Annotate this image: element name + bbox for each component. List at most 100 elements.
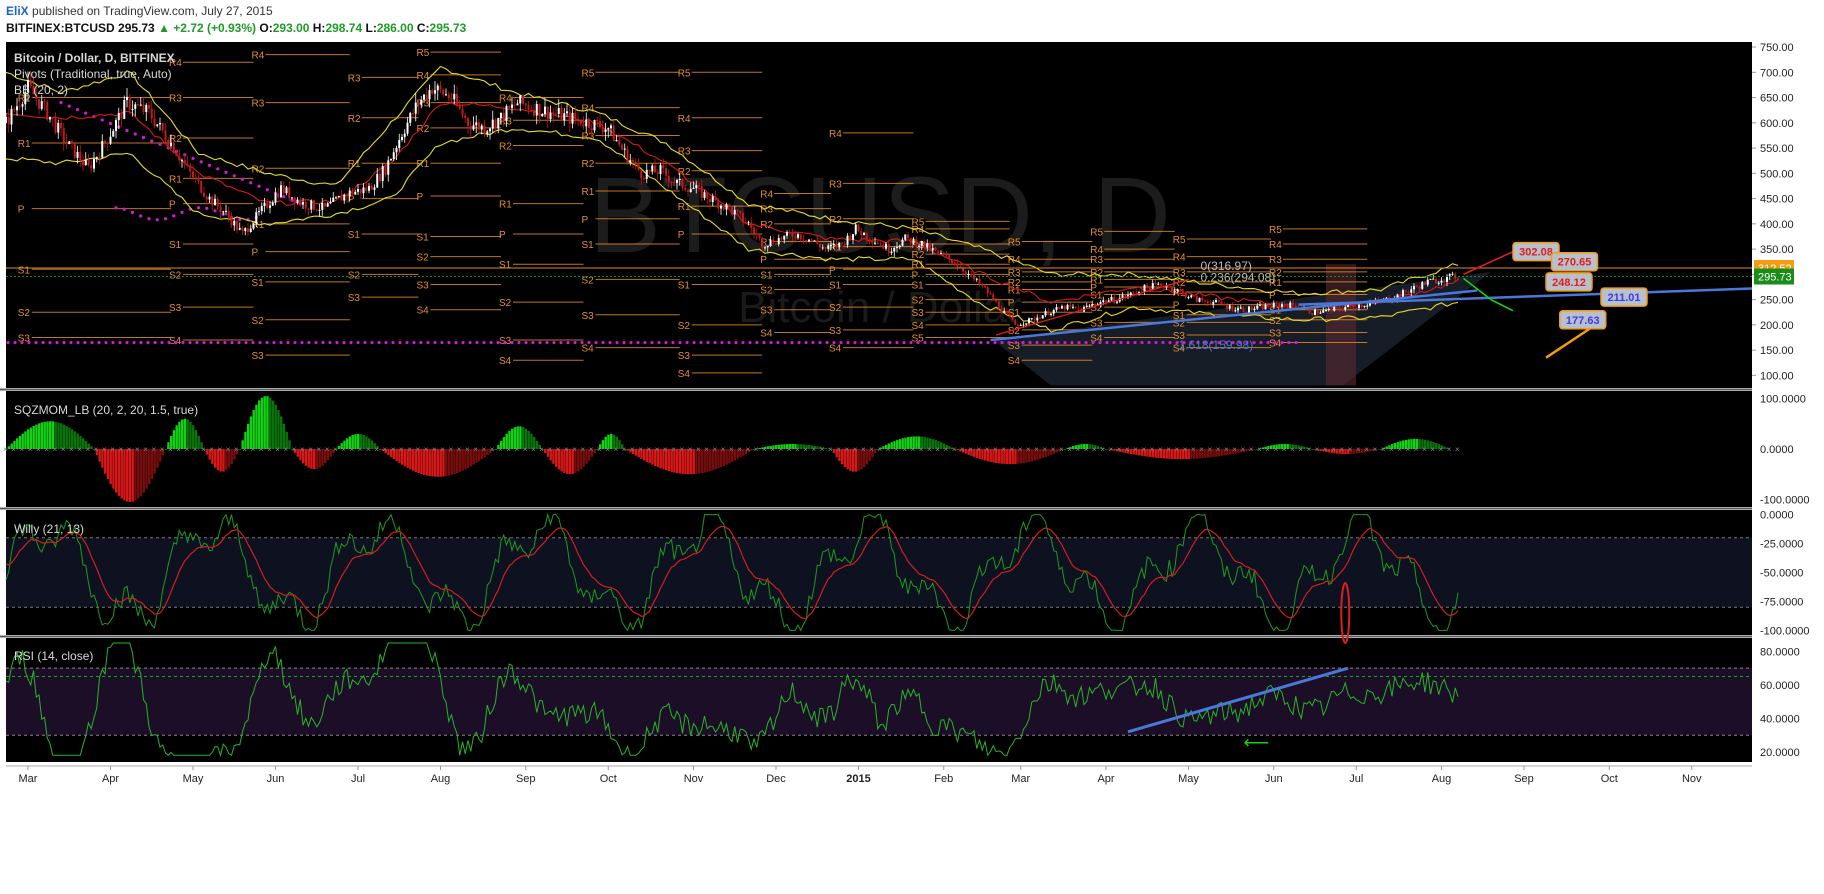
- sar-dot: [307, 340, 311, 345]
- candle-body: [233, 220, 236, 226]
- sar-dot: [734, 340, 738, 345]
- sar-dot: [328, 340, 332, 345]
- squeeze-dot: ×: [861, 445, 866, 454]
- sar-dot: [986, 340, 990, 345]
- candle-body: [368, 186, 370, 191]
- candle-body: [579, 119, 582, 125]
- price-callout[interactable]: 211.01: [1600, 287, 1648, 307]
- candle-body: [810, 239, 813, 241]
- momentum-bar: [109, 449, 112, 485]
- candle-body: [986, 287, 989, 294]
- momentum-bar: [907, 437, 910, 449]
- candle-body: [142, 104, 145, 113]
- candle-body: [1204, 300, 1206, 302]
- candle-body: [109, 136, 112, 144]
- momentum-bar: [601, 440, 605, 449]
- squeeze-dot: ×: [1373, 445, 1378, 454]
- candle-body: [945, 254, 948, 256]
- price-callout[interactable]: 177.63: [1559, 310, 1607, 330]
- momentum-bar: [128, 449, 132, 502]
- candle-body: [381, 166, 384, 182]
- pivot-label: S1: [760, 270, 773, 281]
- squeeze-dot: ×: [787, 445, 792, 454]
- momentum-bar: [1360, 449, 1364, 453]
- candle-body: [1212, 302, 1215, 305]
- momentum-bar: [156, 449, 159, 468]
- candle-body: [1319, 312, 1322, 314]
- squeeze-dot: ×: [1076, 445, 1081, 454]
- candle-body: [491, 119, 494, 129]
- time-tick-label: Jun: [1265, 773, 1283, 785]
- sar-dot: [286, 340, 290, 345]
- sar-dot: [216, 340, 220, 345]
- candle-body: [274, 193, 277, 203]
- price-axis[interactable]: 750.00 700.00 650.00 600.00 550.00 500.00 450.…: [1752, 42, 1824, 766]
- candle-body: [255, 212, 258, 224]
- momentum-bar: [230, 449, 233, 465]
- sar-dot: [790, 340, 794, 345]
- candle-body: [852, 234, 854, 240]
- candle-body: [975, 278, 978, 280]
- momentum-bar: [1039, 449, 1042, 459]
- sar-dot: [130, 210, 135, 214]
- momentum-bar: [337, 446, 341, 449]
- momentum-bar: [266, 396, 269, 449]
- candle-body: [346, 194, 348, 197]
- candle-body: [1415, 286, 1418, 288]
- time-tick-label: 2015: [846, 773, 870, 785]
- candle-body: [439, 85, 442, 90]
- legend-sqz[interactable]: SQZMOM_LB (20, 2, 20, 1.5, true): [14, 403, 198, 417]
- momentum-bar: [1204, 449, 1207, 458]
- candle-body: [307, 208, 310, 210]
- candle-body: [673, 181, 676, 183]
- symbol-label[interactable]: BITFINEX:BTCUSD: [6, 21, 115, 35]
- sar-dot: [944, 340, 948, 345]
- chart-canvas[interactable]: BTCUSD, D Bitcoin / Dollar R2R1PS1S2S3R4…: [0, 42, 1824, 894]
- squeeze-dot: ×: [713, 445, 718, 454]
- highlight-zone[interactable]: [1326, 264, 1356, 386]
- squeeze-dot: ×: [449, 445, 454, 454]
- momentum-bar: [1352, 449, 1355, 454]
- price-callout[interactable]: 248.12: [1545, 272, 1593, 292]
- squeeze-dot: ×: [754, 445, 759, 454]
- momentum-bar: [362, 435, 365, 449]
- candle-body: [717, 200, 720, 209]
- momentum-bar: [277, 410, 280, 449]
- candle-body: [266, 202, 269, 208]
- pivot-label: S1: [678, 280, 691, 291]
- momentum-bar: [1377, 449, 1380, 450]
- candle-body: [1187, 297, 1190, 299]
- pivot-label: R3: [169, 94, 182, 105]
- pivot-label: R3: [582, 131, 595, 142]
- candle-body: [1184, 292, 1187, 298]
- sar-dot: [524, 340, 528, 345]
- candle-body: [687, 189, 689, 192]
- candle-body: [379, 173, 381, 182]
- price-callout[interactable]: 270.65: [1550, 251, 1599, 272]
- author-link[interactable]: EliX: [6, 4, 29, 18]
- legend-willy[interactable]: Willy (21, 13): [14, 522, 84, 536]
- legend-rsi[interactable]: RSI (14, close): [14, 649, 93, 663]
- sar-dot: [125, 128, 129, 133]
- squeeze-dot: ×: [1158, 445, 1163, 454]
- legend-bb[interactable]: BB (20, 2): [14, 83, 68, 97]
- squeeze-dot: ×: [374, 445, 379, 454]
- sar-dot: [1042, 340, 1046, 345]
- candle-body: [907, 234, 909, 238]
- candle-body: [951, 259, 953, 264]
- candle-body: [1234, 310, 1237, 312]
- candle-body: [112, 130, 115, 137]
- pivot-label: R5: [678, 68, 691, 79]
- legend-pivots[interactable]: Pivots (Traditional, true, Auto): [14, 67, 172, 81]
- sar-dot: [1259, 340, 1263, 345]
- candle-body: [577, 118, 579, 120]
- pivot-label: S2: [678, 321, 691, 332]
- squeeze-dot: ×: [1274, 445, 1279, 454]
- sar-dot: [300, 340, 304, 345]
- time-tick-label: Mar: [1011, 773, 1030, 785]
- candle-body: [769, 239, 772, 246]
- sar-dot: [191, 156, 195, 160]
- candle-body: [843, 243, 846, 246]
- squeeze-dot: ×: [242, 445, 247, 454]
- time-axis[interactable]: Mar Apr May Jun Jul Aug Sep Oct Nov Dec 2015 Feb Mar…: [0, 765, 1824, 894]
